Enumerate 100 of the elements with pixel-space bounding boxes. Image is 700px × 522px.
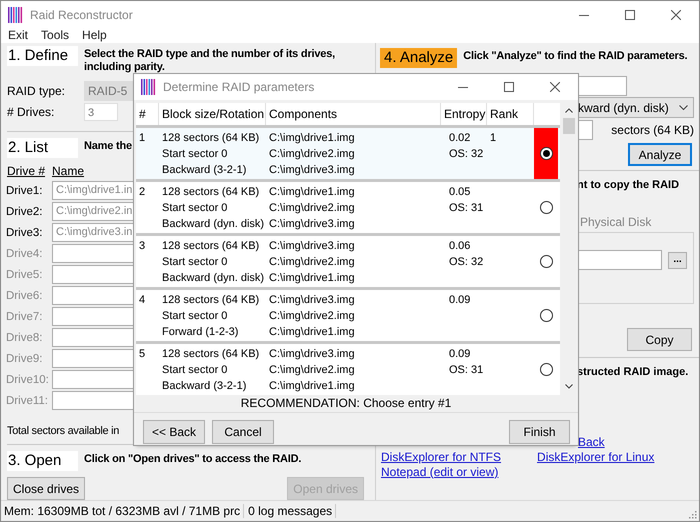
- link[interactable]: Back: [578, 435, 605, 450]
- resize-grip-icon: [689, 511, 697, 519]
- back-button[interactable]: << Back: [143, 420, 205, 444]
- drive-label: Drive9:: [6, 352, 44, 364]
- table-cell-text: 128 sectors (64 KB): [162, 131, 260, 146]
- table-cell-text: C:\img\drive1.img: [269, 131, 356, 146]
- table-cell-text: Backward (3-2-1): [162, 163, 248, 178]
- copy-button[interactable]: Copy: [627, 328, 692, 351]
- table-cell-text: C:\img\drive3.img: [269, 163, 356, 178]
- instruction-text: Select the RAID type and the number of its drives, including parity.: [84, 47, 336, 74]
- cancel-button[interactable]: Cancel: [212, 420, 274, 444]
- menu-item[interactable]: Help: [82, 28, 107, 43]
- step-heading: 4. Analyze: [380, 48, 458, 68]
- table-cell-text: 0.02: [449, 131, 472, 146]
- drive-path-field[interactable]: [52, 307, 134, 326]
- table-cell: 2: [139, 186, 146, 198]
- drive-path-field[interactable]: [52, 286, 134, 305]
- drive-label: Drive11:: [6, 394, 49, 406]
- table-cell-text: 0.05: [449, 185, 472, 200]
- link[interactable]: DiskExplorer for Linux: [537, 450, 654, 465]
- drive-path-field[interactable]: [52, 349, 134, 368]
- drive-path-field[interactable]: [52, 370, 134, 389]
- link[interactable]: DiskExplorer for NTFS: [381, 450, 502, 465]
- table-cell: 5: [139, 348, 146, 360]
- maximize-icon: [625, 10, 635, 20]
- drive-label: Drive10:: [6, 374, 50, 386]
- close-icon: [671, 10, 681, 20]
- result-row[interactable]: 4 128 sectors (64 KB) Start sector 0 Forward (1-2-3) C:\img\drive3.img C:\img\drive2.img C:\img\drive1.img 0.09: [136, 290, 560, 341]
- analyze-button[interactable]: Analyze: [628, 143, 692, 166]
- table-cell-text: 0.09: [449, 293, 472, 308]
- total-sectors-label: Total sectors available in: [7, 425, 120, 437]
- drive-count-field[interactable]: 3: [84, 102, 118, 120]
- field-label: # Drives:: [7, 104, 56, 118]
- table-cell-text: Start sector 0: [162, 309, 228, 324]
- chevron-up-icon: [565, 108, 574, 113]
- drive-path-field[interactable]: [52, 328, 134, 347]
- drive-path-field[interactable]: [52, 244, 134, 263]
- drive-label: Drive4:: [6, 248, 44, 260]
- result-row[interactable]: 2 128 sectors (64 KB) Start sector 0 Backward (dyn. disk) C:\img\drive1.img C:\img\drive2.img C:\img\drive3.img 0.05 OS: 31: [136, 182, 560, 233]
- instruction-text: Click on "Open drives" to access the RAID.: [84, 452, 302, 466]
- table-cell-text: 1: [490, 131, 498, 146]
- step-heading: 2. List: [7, 138, 78, 158]
- column-header: Rank: [487, 103, 534, 125]
- link[interactable]: Notepad (edit or view): [381, 465, 498, 480]
- drive-path-field[interactable]: [52, 265, 134, 284]
- table-cell-text: Backward (dyn. disk): [162, 217, 266, 232]
- menu-item[interactable]: Tools: [41, 28, 70, 43]
- stripes-icon: [8, 6, 23, 22]
- stripes-icon: [141, 79, 156, 95]
- table-cell-text: 128 sectors (64 KB): [162, 347, 260, 362]
- dialog-title: Determine RAID parameters: [163, 80, 314, 94]
- field-label: RAID type:: [7, 84, 66, 98]
- target-label: Physical Disk: [579, 215, 652, 229]
- radio-button[interactable]: [540, 363, 552, 376]
- scroll-thumb[interactable]: [563, 118, 576, 134]
- menu-item[interactable]: Exit: [8, 28, 28, 43]
- table-cell-text: C:\img\drive2.img: [269, 309, 356, 324]
- table-cell-text: C:\img\drive1.img: [269, 271, 356, 286]
- radio-button[interactable]: [540, 255, 552, 268]
- table-cell-text: C:\img\drive1.img: [269, 379, 356, 394]
- chevron-down-icon: [565, 384, 574, 389]
- table-cell-text: C:\img\drive2.img: [269, 201, 356, 216]
- column-header: #: [136, 103, 159, 125]
- table-cell-text: 128 sectors (64 KB): [162, 185, 260, 200]
- drive-label: Drive7:: [6, 310, 44, 322]
- drive-label: Drive8:: [6, 332, 44, 344]
- browse-button[interactable]: ...: [668, 252, 687, 268]
- close-drives-button[interactable]: Close drives: [7, 477, 86, 500]
- table-cell-text: C:\img\drive3.img: [269, 347, 356, 362]
- table-cell-text: C:\img\drive1.img: [269, 325, 356, 340]
- table-cell: 3: [139, 240, 146, 252]
- table-cell-text: Forward (1-2-3): [162, 325, 240, 340]
- table-cell-text: Backward (3-2-1): [162, 379, 248, 394]
- table-cell-text: 128 sectors (64 KB): [162, 293, 260, 308]
- radio-button[interactable]: [540, 147, 552, 160]
- rotation-dropdown[interactable]: kward (dyn. disk): [577, 97, 694, 118]
- drive-path-field[interactable]: [52, 391, 134, 410]
- radio-button[interactable]: [540, 201, 552, 214]
- result-row[interactable]: 3 128 sectors (64 KB) Start sector 0 Backward (dyn. disk) C:\img\drive3.img C:\img\drive2.img C:\img\drive1.img 0.06 OS: 32: [136, 236, 560, 287]
- text-field[interactable]: [577, 76, 627, 96]
- target-path-field[interactable]: [577, 250, 662, 270]
- table-cell: 4: [139, 294, 146, 306]
- step-heading: 1. Define: [7, 46, 78, 66]
- table-cell-text: 128 sectors (64 KB): [162, 239, 260, 254]
- finish-button[interactable]: Finish: [509, 420, 570, 444]
- radio-button[interactable]: [540, 309, 552, 322]
- table-cell: 1: [139, 132, 146, 144]
- drive-label: Drive5:: [6, 268, 44, 280]
- step-heading: 3. Open: [7, 451, 78, 471]
- table-cell-text: C:\img\drive3.img: [269, 217, 356, 232]
- table-cell-text: C:\img\drive3.img: [269, 293, 356, 308]
- table-cell-text: C:\img\drive2.img: [269, 147, 356, 162]
- drive-label: Drive3:: [6, 226, 44, 238]
- drive-label: Drive6:: [6, 290, 44, 302]
- table-cell-text: OS: 31: [449, 363, 484, 378]
- table-cell-text: OS: 31: [449, 201, 484, 216]
- table-cell-text: Start sector 0: [162, 255, 228, 270]
- result-row[interactable]: 1 128 sectors (64 KB) Start sector 0 Backward (3-2-1) C:\img\drive1.img C:\img\drive2.img C:\img\drive3.img 0.02 OS: 32 1: [136, 128, 560, 179]
- result-row[interactable]: 5 128 sectors (64 KB) Start sector 0 Backward (3-2-1) C:\img\drive3.img C:\img\drive2.img C:\img\drive1.img 0.09 OS: 31: [136, 344, 560, 395]
- column-header: Name: [52, 164, 84, 180]
